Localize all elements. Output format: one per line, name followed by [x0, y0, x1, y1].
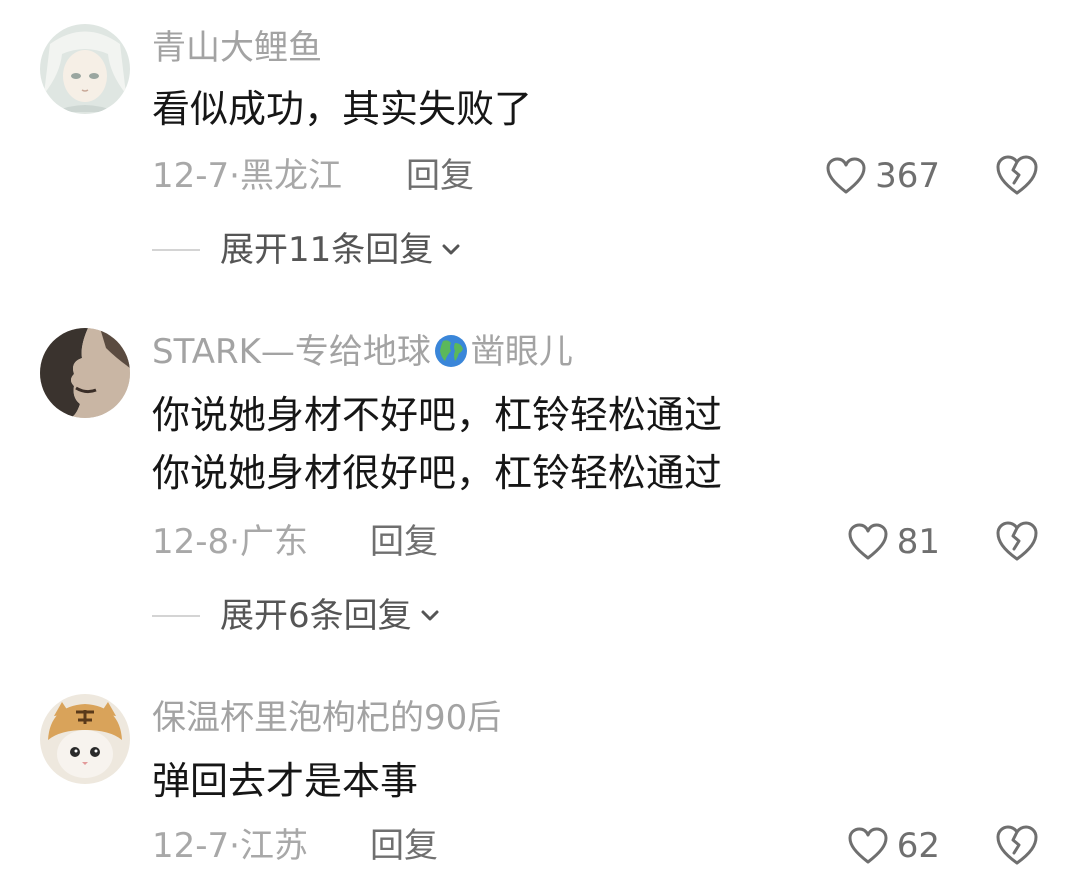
chevron-down-icon	[421, 610, 439, 621]
expand-replies-button[interactable]: 展开11条回复	[152, 230, 463, 270]
comment-text: 你说她身材不好吧，杠铃轻松通过 你说她身材很好吧，杠铃轻松通过	[152, 386, 722, 502]
comment-line: 看似成功，其实失败了	[152, 87, 533, 131]
reply-button[interactable]: 回复	[406, 156, 474, 196]
dislike-button[interactable]	[994, 823, 1040, 869]
man-profile-avatar-icon	[40, 328, 130, 418]
broken-heart-icon	[996, 521, 1038, 561]
anime-avatar-icon	[40, 24, 130, 114]
reply-button[interactable]: 回复	[370, 826, 438, 866]
chevron-down-icon	[442, 244, 460, 255]
broken-heart-icon	[996, 825, 1038, 865]
comment-location: 江苏	[239, 826, 308, 866]
username-part: 凿眼儿	[470, 332, 573, 372]
like-button[interactable]: 367	[825, 156, 940, 196]
divider-line	[152, 615, 200, 617]
comment-text: 看似成功，其实失败了	[152, 80, 532, 138]
comment-date: 12-7·	[152, 826, 240, 866]
earth-globe-icon	[434, 335, 467, 367]
expand-replies-button[interactable]: 展开6条回复	[152, 596, 442, 636]
dislike-button[interactable]	[994, 153, 1040, 199]
comment-location: 黑龙江	[239, 156, 342, 196]
avatar[interactable]	[40, 694, 130, 784]
dislike-button[interactable]	[994, 519, 1040, 565]
reply-button[interactable]: 回复	[370, 522, 438, 562]
comment-meta: 12-7·黑龙江	[152, 156, 342, 196]
avatar[interactable]	[40, 328, 130, 418]
comment-location: 广东	[239, 522, 308, 562]
comment-meta: 12-8·广东	[152, 522, 308, 562]
comment-meta: 12-7·江苏	[152, 826, 308, 866]
like-count: 367	[875, 156, 940, 196]
comment-date: 12-7·	[152, 156, 240, 196]
comment-line: 你说她身材很好吧，杠铃轻松通过	[152, 451, 723, 495]
heart-icon	[848, 827, 888, 864]
like-button[interactable]: 81	[847, 522, 940, 562]
comment-line: 弹回去才是本事	[152, 759, 419, 803]
username-part: STARK—专给地球	[152, 332, 431, 372]
username[interactable]: 保温杯里泡枸杞的90后	[152, 698, 501, 738]
avatar[interactable]	[40, 24, 130, 114]
like-button[interactable]: 62	[847, 826, 940, 866]
username[interactable]: STARK—专给地球 凿眼儿	[152, 332, 573, 372]
heart-icon	[848, 523, 888, 560]
heart-icon	[826, 157, 866, 194]
like-count: 62	[896, 826, 940, 866]
broken-heart-icon	[996, 155, 1038, 195]
comment-text: 弹回去才是本事	[152, 752, 418, 810]
divider-line	[152, 249, 200, 251]
expand-replies-label: 展开6条回复	[220, 596, 412, 636]
expand-replies-label: 展开11条回复	[220, 230, 434, 270]
username[interactable]: 青山大鲤鱼	[152, 28, 322, 68]
comment-line: 你说她身材不好吧，杠铃轻松通过	[152, 393, 723, 437]
like-count: 81	[896, 522, 940, 562]
tiger-cat-avatar-icon	[40, 694, 130, 784]
comment-date: 12-8·	[152, 522, 240, 562]
